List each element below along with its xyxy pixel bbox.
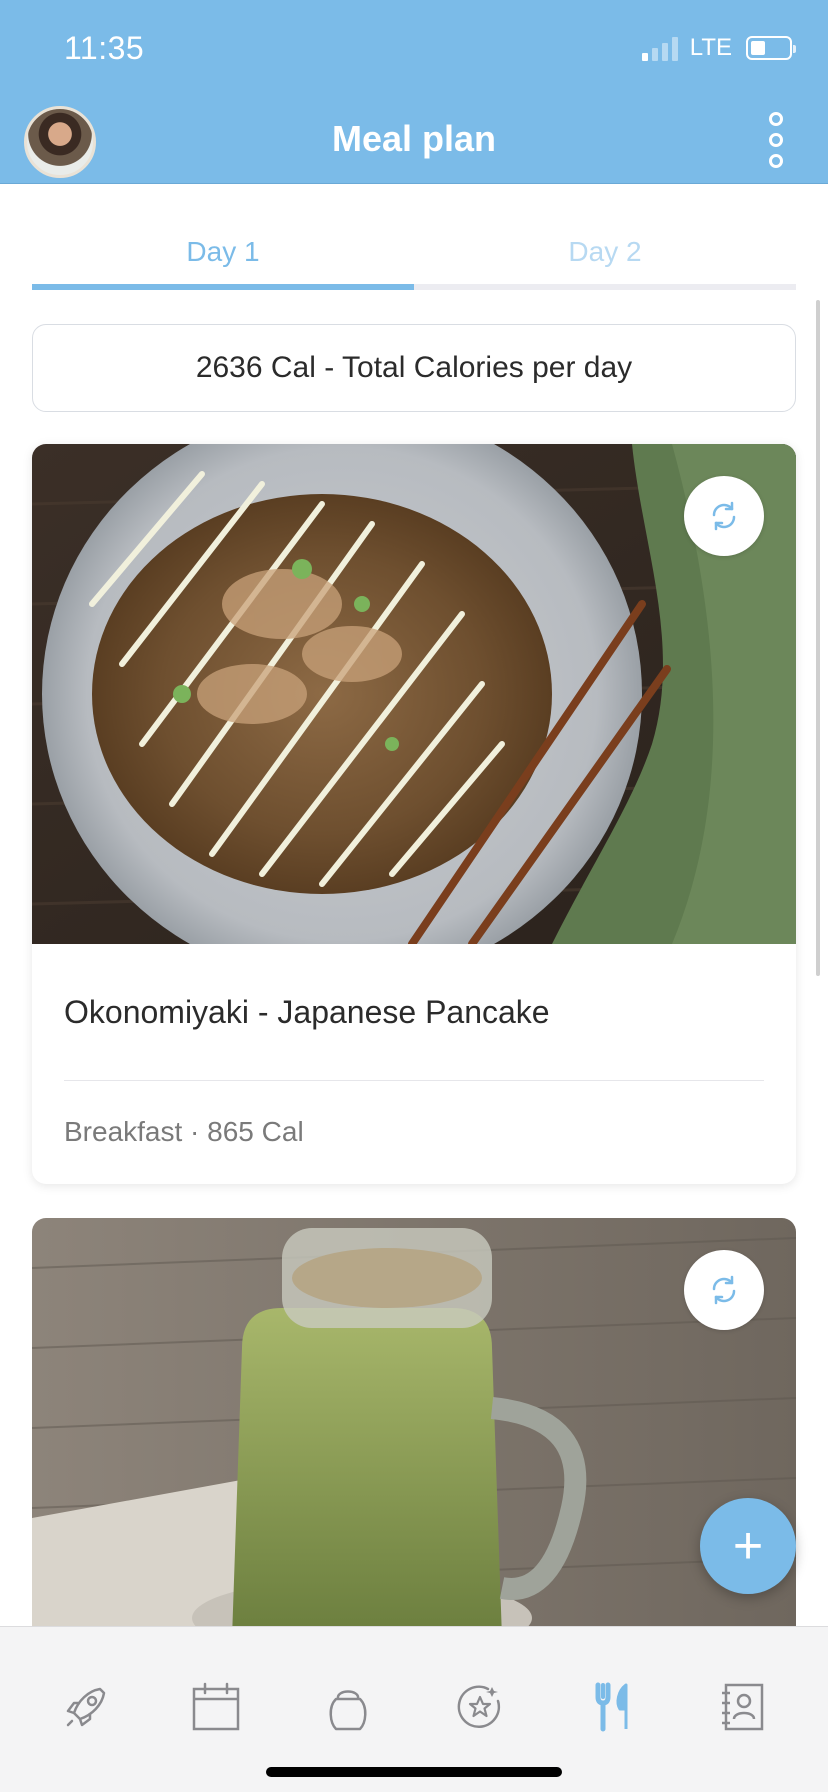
nav-achievements[interactable] — [452, 1679, 508, 1735]
nav-meal-plan[interactable] — [584, 1679, 640, 1735]
network-label: LTE — [689, 34, 732, 61]
more-dot-icon — [769, 112, 783, 126]
status-time: 11:35 — [64, 30, 145, 66]
nav-rocket[interactable] — [58, 1679, 114, 1735]
rocket-icon — [66, 1687, 106, 1727]
plus-icon: + — [732, 1517, 764, 1575]
fork-knife-icon — [595, 1682, 628, 1732]
total-calories-text: 2636 Cal - Total Calories per day — [195, 351, 633, 384]
scrollbar[interactable] — [816, 300, 820, 976]
nav-contacts[interactable] — [714, 1679, 770, 1735]
star-badge-icon — [457, 1685, 501, 1729]
meal-photo — [32, 1218, 796, 1638]
add-meal-button[interactable]: + — [700, 1498, 796, 1594]
bottom-nav — [0, 1626, 828, 1792]
refresh-icon — [712, 1275, 736, 1305]
nav-workouts[interactable] — [320, 1679, 376, 1735]
meal-name: Okonomiyaki - Japanese Pancake — [64, 994, 550, 1030]
signal-icon — [641, 35, 678, 61]
meal-meta: Breakfast · 865 Cal — [64, 1116, 304, 1147]
contacts-book-icon — [722, 1683, 764, 1731]
nav-calendar[interactable] — [188, 1679, 244, 1735]
refresh-icon — [712, 501, 736, 531]
status-indicators: LTE — [641, 34, 796, 62]
kettlebell-icon — [329, 1690, 367, 1731]
meal-card[interactable] — [32, 1218, 796, 1638]
home-indicator — [266, 1767, 562, 1777]
swap-meal-button[interactable] — [684, 476, 764, 556]
divider — [64, 1080, 764, 1081]
more-dot-icon — [769, 154, 783, 168]
tab-active-indicator — [32, 284, 414, 290]
meal-card[interactable]: Okonomiyaki - Japanese Pancake Breakfast… — [32, 444, 796, 1184]
more-options-button[interactable] — [764, 112, 788, 168]
total-calories-box: 2636 Cal - Total Calories per day — [32, 324, 796, 412]
app-header: 11:35 LTE Meal plan — [0, 0, 828, 184]
meal-photo — [32, 444, 796, 944]
battery-icon — [746, 36, 796, 60]
swap-meal-button[interactable] — [684, 1250, 764, 1330]
calendar-icon — [192, 1682, 240, 1731]
more-dot-icon — [769, 133, 783, 147]
page-title: Meal plan — [331, 118, 497, 159]
